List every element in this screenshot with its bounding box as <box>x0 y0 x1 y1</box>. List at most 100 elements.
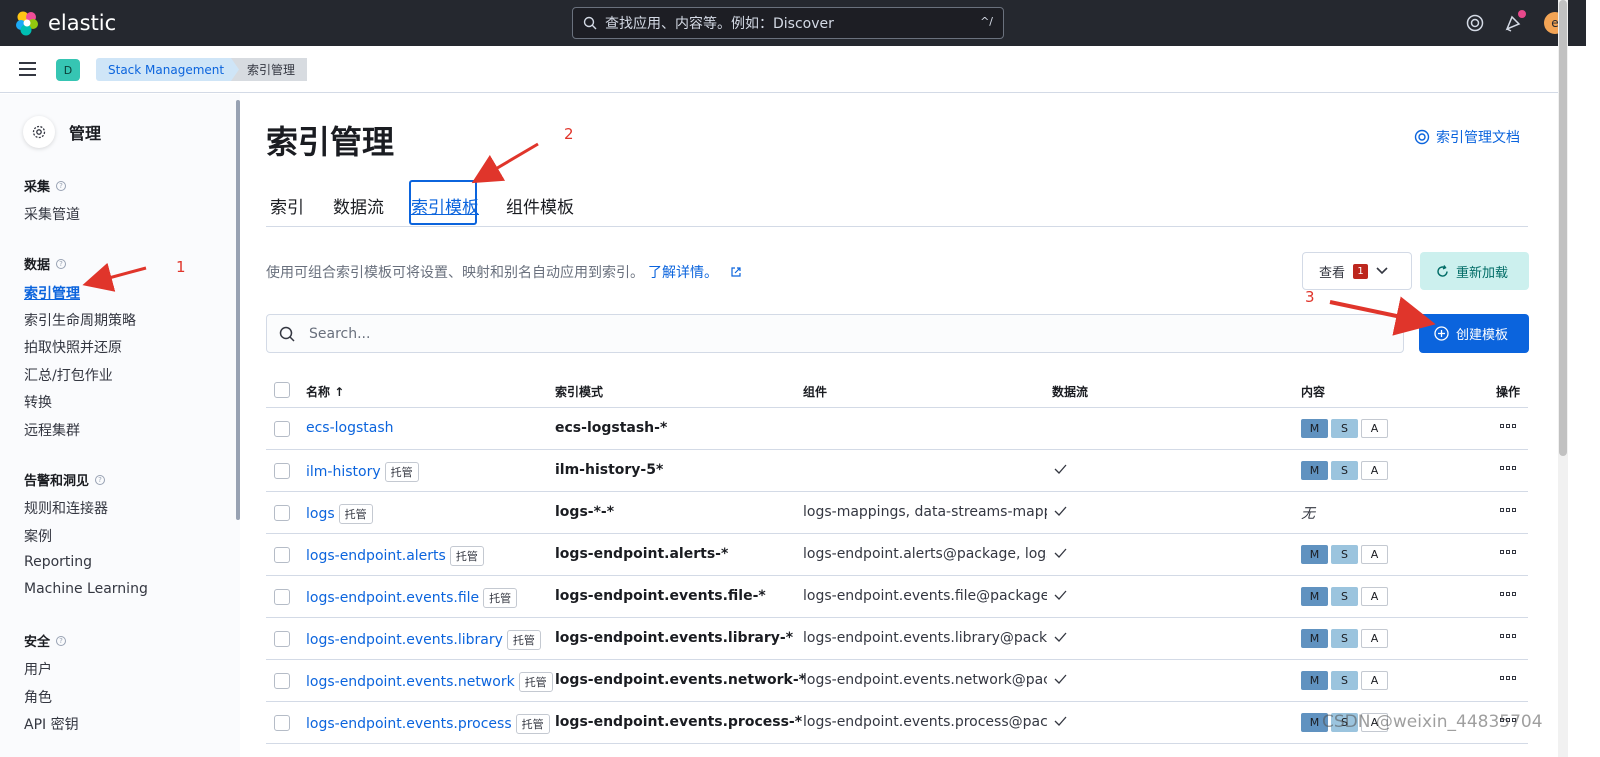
sidebar-item-ilm-policies[interactable]: 索引生命周期策略 <box>24 310 136 330</box>
annotation-number-1: 1 <box>176 258 186 276</box>
sidebar-item-index-management[interactable]: 索引管理 <box>24 283 80 303</box>
row-checkbox[interactable] <box>274 463 290 479</box>
sidebar-item-rollup-jobs[interactable]: 汇总/打包作业 <box>24 365 113 385</box>
managed-badge: 托管 <box>483 588 518 608</box>
mappings-badge: M <box>1301 629 1328 648</box>
gear-icon <box>23 116 55 148</box>
chevron-down-icon <box>1376 267 1388 275</box>
index-pattern-cell: logs-endpoint.events.network-* <box>555 672 806 688</box>
actions-menu-button[interactable] <box>1500 627 1516 643</box>
space-selector[interactable]: D <box>56 59 80 81</box>
row-checkbox[interactable] <box>274 715 290 731</box>
sidebar-item-machine-learning[interactable]: Machine Learning <box>24 581 148 597</box>
annotation-number-3: 3 <box>1305 288 1315 306</box>
template-name-link[interactable]: logs-endpoint.alerts <box>306 548 446 564</box>
reload-button[interactable]: 重新加载 <box>1420 252 1529 290</box>
template-name-link[interactable]: logs-endpoint.events.file <box>306 590 479 606</box>
row-checkbox[interactable] <box>274 505 290 521</box>
table-row: ecs-logstash ecs-logstash-* M S A <box>266 408 1528 450</box>
aliases-badge: A <box>1361 461 1388 480</box>
global-search-field[interactable]: 查找应用、内容等。例如：Discover ^/ <box>572 7 1004 39</box>
check-icon <box>1054 632 1067 642</box>
table-row: logs-endpoint.events.network 托管 logs-endpo… <box>266 660 1528 702</box>
sidebar-group-data: 数据? <box>24 254 67 273</box>
template-name-link[interactable]: logs-endpoint.events.process <box>306 716 512 732</box>
settings-badge: S <box>1331 461 1358 480</box>
check-icon <box>1054 548 1067 558</box>
content-cell: MSA <box>1301 587 1388 606</box>
sidebar-header: 管理 <box>23 116 101 148</box>
tab-index-templates[interactable]: 索引模板 <box>411 193 479 218</box>
components-cell: logs-endpoint.events.library@packag <box>803 630 1047 646</box>
table-search-input[interactable] <box>307 324 1307 343</box>
tab-indices[interactable]: 索引 <box>270 193 304 218</box>
sidebar-item-rules-connectors[interactable]: 规则和连接器 <box>24 498 108 518</box>
sidebar-item-remote-clusters[interactable]: 远程集群 <box>24 420 80 440</box>
content-cell: MSA <box>1301 629 1388 648</box>
notification-dot <box>1518 10 1526 18</box>
actions-menu-button[interactable] <box>1500 585 1516 601</box>
sidebar-item-snapshot-restore[interactable]: 拍取快照并还原 <box>24 337 122 357</box>
template-name-link[interactable]: ecs-logstash <box>306 420 394 436</box>
actions-menu-button[interactable] <box>1500 501 1516 517</box>
sidebar-item-roles[interactable]: 角色 <box>24 687 52 707</box>
tab-data-streams[interactable]: 数据流 <box>333 193 384 218</box>
page-scrollbar-thumb[interactable] <box>1559 0 1567 456</box>
help-icon: ? <box>95 474 106 485</box>
elastic-logo[interactable]: elastic <box>14 10 116 36</box>
learn-more-link[interactable]: 了解详情。 <box>648 262 718 282</box>
tab-component-templates[interactable]: 组件模板 <box>506 193 574 218</box>
more-options-icon <box>1500 466 1516 470</box>
sidebar-item-transforms[interactable]: 转换 <box>24 392 52 412</box>
row-checkbox[interactable] <box>274 547 290 563</box>
select-all-checkbox[interactable] <box>274 382 290 398</box>
managed-badge: 托管 <box>515 714 550 734</box>
template-name-cell: ilm-history 托管 <box>306 462 419 482</box>
template-name-link[interactable]: ilm-history <box>306 464 381 480</box>
template-name-link[interactable]: logs-endpoint.events.library <box>306 632 503 648</box>
table-row: logs 托管 logs-*-* logs-mappings, data-stream… <box>266 492 1528 534</box>
row-checkbox[interactable] <box>274 673 290 689</box>
help-icon[interactable] <box>1465 13 1485 33</box>
view-button[interactable]: 查看 1 <box>1302 252 1412 290</box>
row-checkbox[interactable] <box>274 421 290 437</box>
table-search-field[interactable] <box>266 314 1404 353</box>
help-ring-icon <box>1414 129 1430 145</box>
template-name-cell: logs-endpoint.alerts 托管 <box>306 546 484 566</box>
docs-link[interactable]: 索引管理文档 <box>1414 127 1520 147</box>
help-icon: ? <box>56 258 67 269</box>
template-name-cell: ecs-logstash <box>306 420 394 436</box>
external-link-icon <box>731 267 741 277</box>
elastic-logo-icon <box>16 11 38 36</box>
sidebar-scrollbar[interactable] <box>236 100 240 520</box>
sidebar-item-cases[interactable]: 案例 <box>24 526 52 546</box>
search-shortcut: ^/ <box>980 15 993 28</box>
sidebar-item-api-keys[interactable]: API 密钥 <box>24 714 79 734</box>
template-name-link[interactable]: logs-endpoint.events.network <box>306 674 515 690</box>
data-stream-cell <box>1054 588 1067 604</box>
table-header: 名称 ↑ 索引模式 组件 数据流 内容 操作 <box>266 372 1528 408</box>
breadcrumb-stack-management[interactable]: Stack Management <box>96 58 242 81</box>
aliases-badge: A <box>1361 419 1388 438</box>
content-none: 无 <box>1301 506 1315 522</box>
actions-menu-button[interactable] <box>1500 669 1516 685</box>
actions-menu-button[interactable] <box>1500 459 1516 475</box>
index-pattern-cell: logs-endpoint.alerts-* <box>555 546 729 562</box>
actions-menu-button[interactable] <box>1500 417 1516 433</box>
sidebar-item-ingest-pipelines[interactable]: 采集管道 <box>24 204 80 224</box>
template-name-cell: logs-endpoint.events.process 托管 <box>306 714 550 734</box>
data-stream-cell <box>1054 630 1067 646</box>
row-checkbox[interactable] <box>274 589 290 605</box>
menu-toggle-icon[interactable] <box>19 62 36 76</box>
template-name-link[interactable]: logs <box>306 506 335 522</box>
docs-link-label: 索引管理文档 <box>1436 130 1520 146</box>
column-name[interactable]: 名称 ↑ <box>306 383 344 400</box>
managed-badge: 托管 <box>338 504 373 524</box>
sidebar-item-reporting[interactable]: Reporting <box>24 554 92 570</box>
row-checkbox[interactable] <box>274 631 290 647</box>
actions-menu-button[interactable] <box>1500 543 1516 559</box>
description: 使用可组合索引模板可将设置、映射和别名自动应用到索引。 了解详情。 <box>266 262 742 282</box>
sidebar-item-users[interactable]: 用户 <box>24 659 52 679</box>
column-content: 内容 <box>1301 385 1326 399</box>
create-template-button[interactable]: 创建模板 <box>1419 314 1529 353</box>
